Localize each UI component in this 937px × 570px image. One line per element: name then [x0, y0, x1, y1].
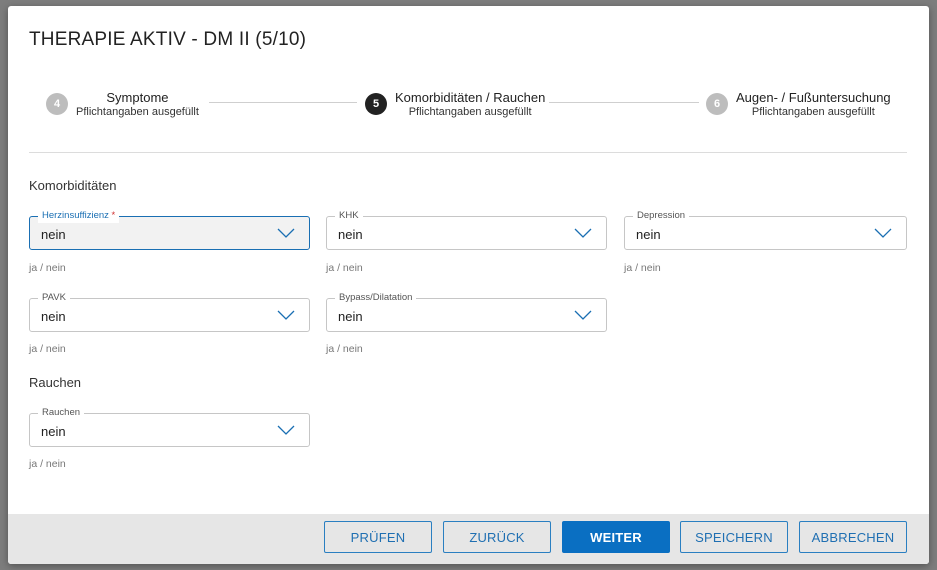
step-subtitle: Pflichtangaben ausgefüllt [751, 105, 875, 118]
field-value: nein [338, 227, 363, 242]
zurueck-button[interactable]: ZURÜCK [443, 521, 551, 553]
field-value: nein [338, 309, 363, 324]
divider [29, 152, 907, 153]
field-hint: ja / nein [29, 458, 66, 470]
depression-select[interactable]: Depression nein [624, 209, 907, 250]
field-label: Depression [633, 209, 690, 223]
step-text: Augen- / Fußuntersuchung Pflichtangaben … [736, 90, 891, 119]
field-label: Bypass/Dilatation [335, 291, 417, 305]
field-hint: ja / nein [326, 343, 363, 355]
abbrechen-button[interactable]: ABBRECHEN [799, 521, 907, 553]
rauchen-select[interactable]: Rauchen nein [29, 406, 310, 447]
dialog-footer: PRÜFEN ZURÜCK WEITER SPEICHERN ABBRECHEN [8, 514, 929, 564]
pruefen-button[interactable]: PRÜFEN [324, 521, 432, 553]
field-label: PAVK [38, 291, 70, 305]
weiter-button[interactable]: WEITER [562, 521, 670, 553]
dialog: THERAPIE AKTIV - DM II (5/10) 4 Symptome… [8, 6, 929, 564]
step-title: Komorbiditäten / Rauchen [395, 90, 546, 105]
section-title-rauchen: Rauchen [29, 375, 82, 390]
step-title: Augen- / Fußuntersuchung [736, 90, 891, 105]
step-connector [549, 102, 699, 103]
field-label: Herzinsuffizienz * [38, 209, 120, 223]
step-subtitle: Pflichtangaben ausgefüllt [408, 105, 532, 118]
field-value: nein [41, 227, 66, 242]
chevron-down-icon[interactable] [574, 228, 592, 238]
bypass-dilatation-select[interactable]: Bypass/Dilatation nein [326, 291, 607, 332]
step-connector [209, 102, 357, 103]
khk-select[interactable]: KHK nein [326, 209, 607, 250]
dialog-title: THERAPIE AKTIV - DM II (5/10) [29, 29, 307, 50]
field-label: KHK [335, 209, 363, 223]
field-hint: ja / nein [29, 262, 66, 274]
step-number-badge: 5 [365, 93, 387, 116]
field-value: nein [41, 309, 66, 324]
step-text: Symptome Pflichtangaben ausgefüllt [76, 90, 199, 119]
field-hint: ja / nein [326, 262, 363, 274]
field-label: Rauchen [38, 406, 85, 420]
section-title-komorbiditaeten: Komorbiditäten [29, 178, 117, 193]
speichern-button[interactable]: SPEICHERN [680, 521, 788, 553]
field-value: nein [636, 227, 661, 242]
step-augen-fuss[interactable]: 6 Augen- / Fußuntersuchung Pflichtangabe… [706, 90, 891, 119]
required-mark: * [111, 210, 116, 221]
step-title: Symptome [106, 90, 169, 105]
step-symptome[interactable]: 4 Symptome Pflichtangaben ausgefüllt [46, 90, 199, 119]
chevron-down-icon[interactable] [277, 425, 295, 435]
step-text: Komorbiditäten / Rauchen Pflichtangaben … [395, 90, 545, 119]
chevron-down-icon[interactable] [277, 310, 295, 320]
herzinsuffizienz-select[interactable]: Herzinsuffizienz * nein [29, 209, 310, 250]
field-hint: ja / nein [29, 343, 66, 355]
step-subtitle: Pflichtangaben ausgefüllt [76, 105, 199, 118]
chevron-down-icon[interactable] [277, 228, 295, 238]
field-hint: ja / nein [624, 262, 661, 274]
step-number-badge: 4 [46, 93, 68, 116]
chevron-down-icon[interactable] [874, 228, 892, 238]
pavk-select[interactable]: PAVK nein [29, 291, 310, 332]
step-number-badge: 6 [706, 93, 728, 116]
chevron-down-icon[interactable] [574, 310, 592, 320]
step-komorbiditaeten[interactable]: 5 Komorbiditäten / Rauchen Pflichtangabe… [365, 90, 545, 119]
field-value: nein [41, 424, 66, 439]
